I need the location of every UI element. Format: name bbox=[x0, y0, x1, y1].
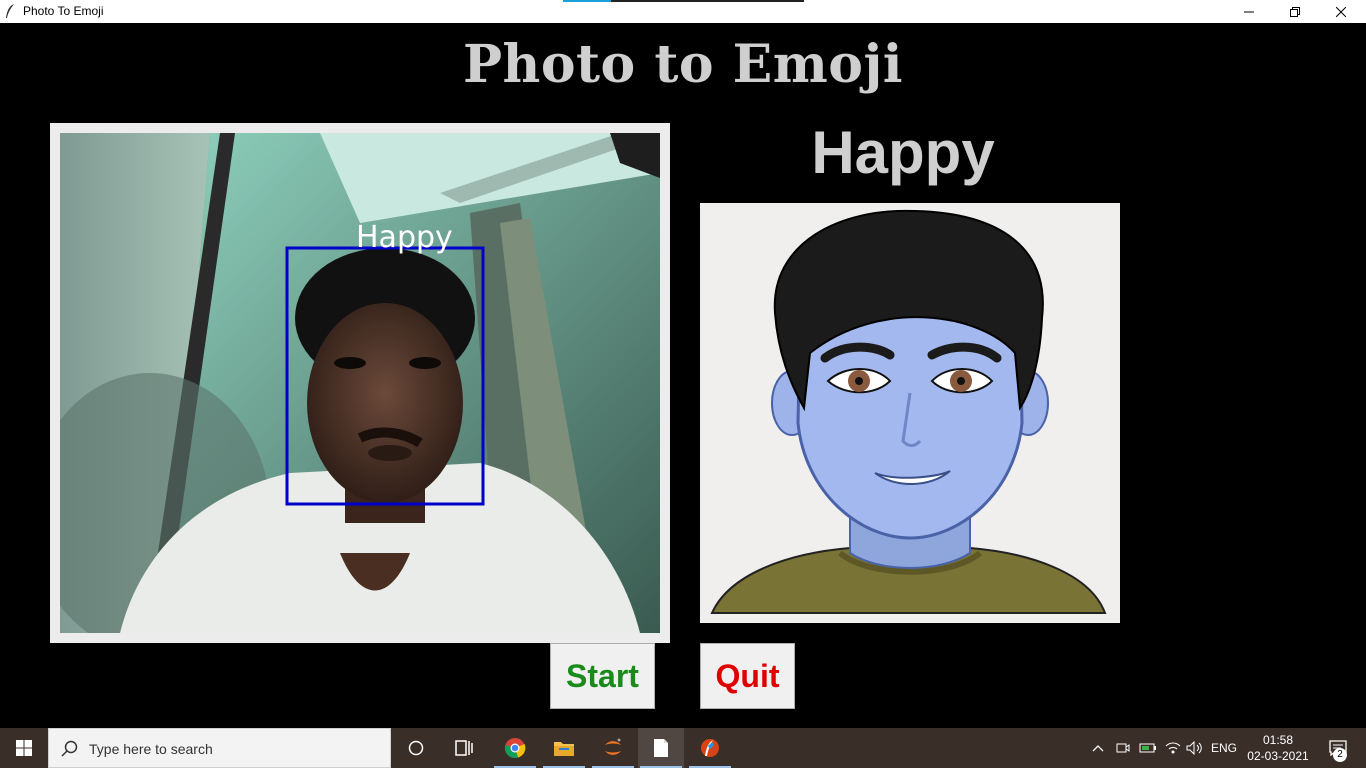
clock-date: 02-03-2021 bbox=[1247, 749, 1309, 763]
jupyter-icon bbox=[605, 738, 621, 755]
battery-icon bbox=[1139, 743, 1156, 753]
tray-volume[interactable] bbox=[1184, 728, 1206, 768]
window-title: Photo To Emoji bbox=[23, 4, 104, 18]
wifi-icon bbox=[1165, 742, 1181, 754]
taskbar-notepad[interactable] bbox=[638, 728, 684, 768]
taskbar-python-app[interactable] bbox=[687, 728, 733, 768]
file-explorer-icon bbox=[554, 742, 574, 756]
minimize-button[interactable] bbox=[1226, 0, 1272, 23]
emoji-panel bbox=[700, 203, 1120, 623]
python-feather-icon bbox=[701, 739, 719, 757]
task-view-icon bbox=[455, 740, 473, 756]
feather-app-icon bbox=[6, 4, 14, 18]
tray-language[interactable]: ENG bbox=[1208, 728, 1240, 768]
cortana-icon bbox=[408, 740, 424, 756]
restore-icon bbox=[1290, 6, 1300, 17]
search-icon bbox=[61, 740, 78, 757]
taskbar-chrome[interactable] bbox=[492, 728, 538, 768]
window-title-bar: Photo To Emoji bbox=[0, 0, 1366, 23]
webcam-feed: Happy bbox=[60, 133, 660, 633]
chevron-up-icon bbox=[1092, 745, 1104, 752]
quit-button[interactable]: Quit bbox=[700, 643, 795, 709]
app-heading: Photo to Emoji bbox=[462, 34, 904, 95]
taskbar-search-box[interactable]: Type here to search bbox=[48, 728, 391, 768]
tray-meet-now[interactable] bbox=[1113, 728, 1133, 768]
detected-emotion-label: Happy bbox=[811, 119, 995, 186]
taskbar-file-explorer[interactable] bbox=[541, 728, 587, 768]
language-indicator: ENG bbox=[1210, 741, 1237, 755]
windows-taskbar: Type here to search ENG 01:58 02-03-2021… bbox=[0, 728, 1366, 768]
webcam-image bbox=[60, 133, 660, 633]
notepad-icon bbox=[654, 739, 668, 757]
notification-count-badge: 2 bbox=[1333, 748, 1347, 762]
taskbar-clock[interactable]: 01:58 02-03-2021 bbox=[1244, 732, 1312, 764]
start-button[interactable]: Start bbox=[550, 643, 655, 709]
clock-time: 01:58 bbox=[1262, 733, 1294, 747]
cortana-button[interactable] bbox=[393, 728, 439, 768]
emoji-avatar-image bbox=[700, 203, 1120, 623]
chrome-icon bbox=[504, 738, 526, 759]
close-icon bbox=[1336, 6, 1346, 17]
webcam-tray-icon bbox=[1116, 743, 1130, 753]
tray-battery[interactable] bbox=[1137, 728, 1159, 768]
taskbar-jupyter[interactable] bbox=[590, 728, 636, 768]
windows-logo-icon bbox=[16, 740, 32, 756]
task-view-button[interactable] bbox=[441, 728, 487, 768]
face-box-label: Happy bbox=[356, 220, 453, 255]
close-button[interactable] bbox=[1318, 0, 1364, 23]
title-dark-line bbox=[611, 0, 804, 2]
webcam-frame: Happy bbox=[50, 123, 670, 643]
search-placeholder: Type here to search bbox=[89, 741, 213, 757]
speaker-icon bbox=[1186, 741, 1202, 755]
title-accent-line bbox=[563, 0, 611, 2]
start-menu-button[interactable] bbox=[0, 728, 48, 768]
show-hidden-icons-button[interactable] bbox=[1088, 728, 1108, 768]
minimize-icon bbox=[1244, 11, 1254, 12]
tray-network[interactable] bbox=[1162, 728, 1184, 768]
restore-button[interactable] bbox=[1272, 0, 1318, 23]
